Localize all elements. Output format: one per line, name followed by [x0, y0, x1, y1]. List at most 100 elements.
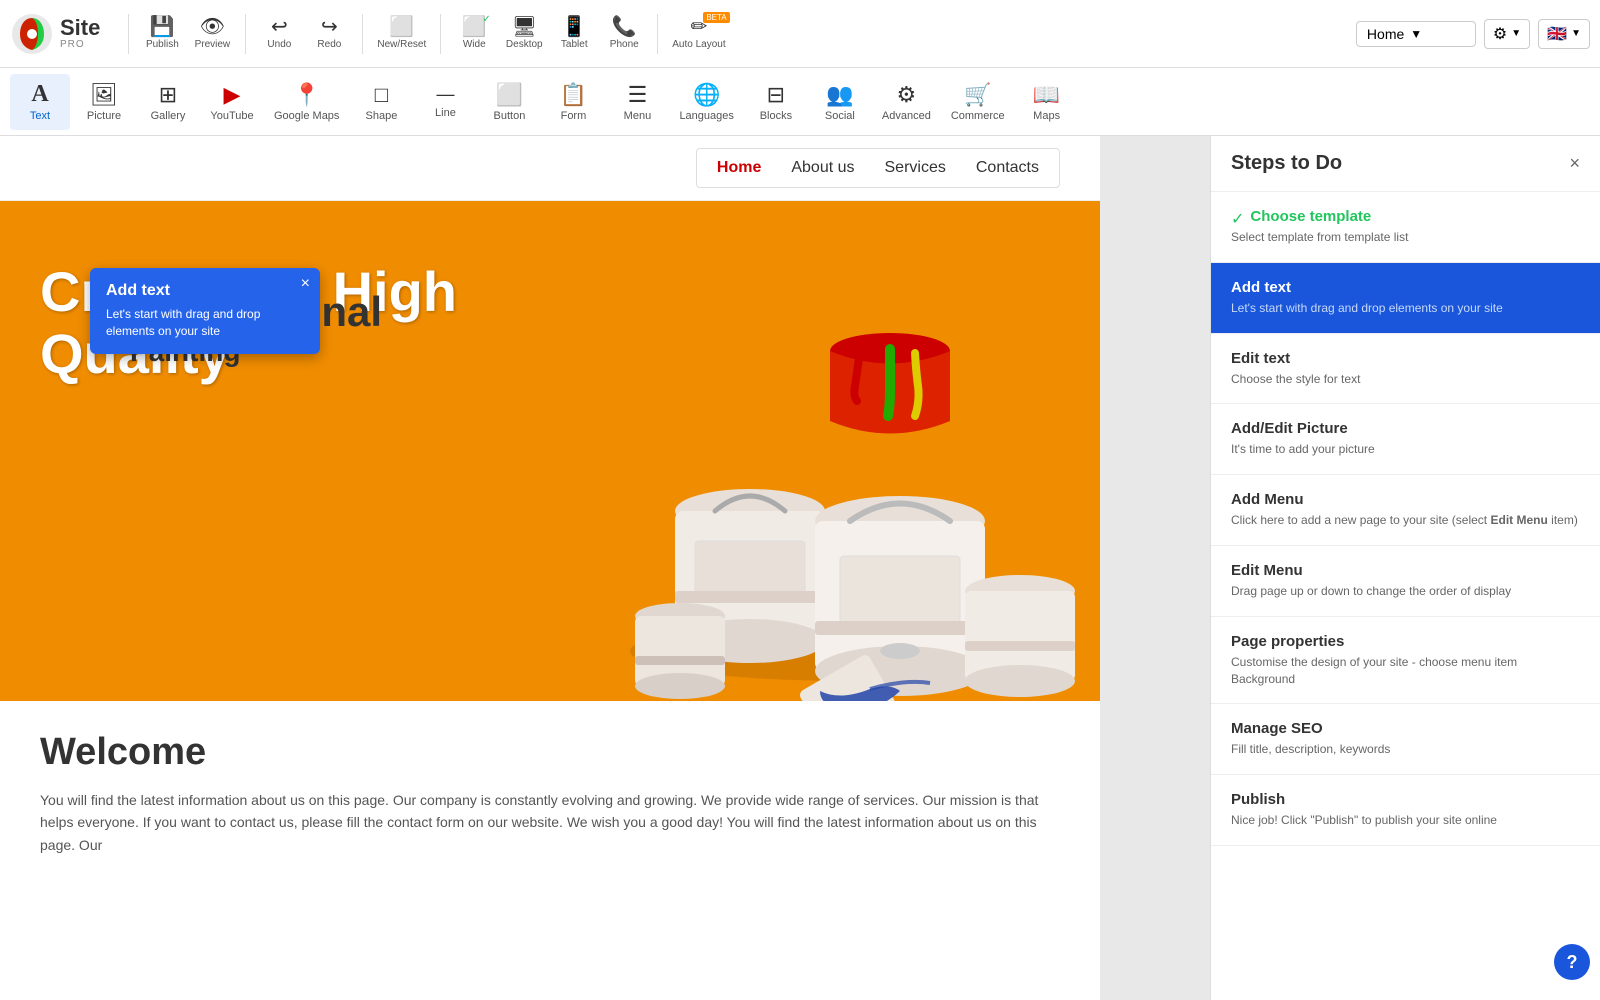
- preview-button[interactable]: 👁 Preview: [187, 6, 237, 62]
- settings-icon: ⚙: [1493, 24, 1507, 44]
- step-add-text[interactable]: Add text Let's start with drag and drop …: [1211, 263, 1600, 334]
- publish-icon: 💾: [150, 17, 175, 37]
- blocks-tool-label: Blocks: [760, 110, 792, 122]
- tool-line[interactable]: — Line: [415, 74, 475, 130]
- tablet-button[interactable]: 📱 Tablet: [549, 6, 599, 62]
- nav-home[interactable]: Home: [717, 159, 761, 177]
- maps-tool-icon: 📖: [1033, 82, 1060, 108]
- lang-dropdown-arrow: ▼: [1571, 28, 1581, 39]
- help-button[interactable]: ?: [1554, 944, 1590, 980]
- step-add-edit-picture[interactable]: Add/Edit Picture It's time to add your p…: [1211, 404, 1600, 475]
- steps-close-button[interactable]: ×: [1569, 153, 1580, 174]
- flag-icon: 🇬🇧: [1547, 24, 1567, 44]
- tool-menu[interactable]: ☰ Menu: [607, 74, 667, 130]
- social-tool-icon: 👥: [826, 82, 853, 108]
- page-selector[interactable]: Home ▼: [1356, 21, 1476, 47]
- new-reset-button[interactable]: ⬜ New/Reset: [371, 6, 432, 62]
- step-edit-menu-desc: Drag page up or down to change the order…: [1231, 583, 1580, 600]
- tool-gallery[interactable]: ⊞ Gallery: [138, 74, 198, 130]
- tool-commerce[interactable]: 🛒 Commerce: [943, 74, 1013, 130]
- separator4: [440, 14, 441, 54]
- canvas-area: Professional Painting Home About us Serv…: [0, 136, 1600, 1000]
- settings-button[interactable]: ⚙ ▼: [1484, 19, 1530, 49]
- advanced-tool-icon: ⚙: [896, 82, 916, 108]
- tool-picture[interactable]: 🖼 Picture: [74, 74, 134, 130]
- welcome-text: You will find the latest information abo…: [40, 789, 1060, 856]
- auto-layout-button[interactable]: ✏ BETA Auto Layout: [666, 6, 731, 62]
- tool-text[interactable]: A Text: [10, 74, 70, 130]
- maps-tool-label: Maps: [1033, 110, 1060, 122]
- step-add-edit-picture-title: Add/Edit Picture: [1231, 420, 1580, 437]
- menu-tool-label: Menu: [624, 110, 652, 122]
- logo-name: Site: [60, 17, 100, 39]
- settings-dropdown-arrow: ▼: [1511, 28, 1521, 39]
- steps-panel: Steps to Do × ✓ Choose template Select t…: [1210, 136, 1600, 1000]
- auto-layout-label: Auto Layout: [672, 39, 725, 50]
- welcome-title: Welcome: [40, 731, 1060, 774]
- second-toolbar: A Text 🖼 Picture ⊞ Gallery ▶ YouTube 📍 G…: [0, 68, 1600, 136]
- publish-button[interactable]: 💾 Publish: [137, 6, 187, 62]
- undo-button[interactable]: ↩ Undo: [254, 6, 304, 62]
- nav-services[interactable]: Services: [885, 159, 946, 177]
- phone-button[interactable]: 📞 Phone: [599, 6, 649, 62]
- gallery-tool-icon: ⊞: [159, 82, 177, 108]
- languages-tool-label: Languages: [679, 110, 733, 122]
- tool-button[interactable]: ⬜ Button: [479, 74, 539, 130]
- tool-youtube[interactable]: ▶ YouTube: [202, 74, 262, 130]
- step-manage-seo[interactable]: Manage SEO Fill title, description, keyw…: [1211, 704, 1600, 775]
- tablet-icon: 📱: [562, 17, 587, 37]
- undo-icon: ↩: [271, 17, 288, 37]
- youtube-tool-icon: ▶: [224, 82, 241, 108]
- logo-text-group: Site PRO: [60, 17, 100, 50]
- tooltip-close-button[interactable]: ×: [301, 276, 310, 292]
- desktop-icon: 🖥: [512, 17, 537, 37]
- step-choose-template-title: Choose template: [1250, 208, 1371, 225]
- language-button[interactable]: 🇬🇧 ▼: [1538, 19, 1590, 49]
- tool-social[interactable]: 👥 Social: [810, 74, 870, 130]
- desktop-button[interactable]: 🖥 Desktop: [499, 6, 549, 62]
- new-reset-label: New/Reset: [377, 39, 426, 50]
- top-toolbar: Site PRO 💾 Publish 👁 Preview ↩ Undo ↪ Re…: [0, 0, 1600, 68]
- step-choose-template[interactable]: ✓ Choose template Select template from t…: [1211, 192, 1600, 263]
- logo-pro-badge: PRO: [60, 39, 100, 50]
- step-publish-desc: Nice job! Click "Publish" to publish you…: [1231, 812, 1580, 829]
- tool-google-maps[interactable]: 📍 Google Maps: [266, 74, 347, 130]
- phone-icon: 📞: [612, 17, 637, 37]
- step-edit-menu[interactable]: Edit Menu Drag page up or down to change…: [1211, 546, 1600, 617]
- redo-label: Redo: [317, 39, 341, 50]
- step-manage-seo-title: Manage SEO: [1231, 720, 1580, 737]
- welcome-section: Welcome You will find the latest informa…: [0, 701, 1100, 886]
- tool-languages[interactable]: 🌐 Languages: [671, 74, 741, 130]
- tool-blocks[interactable]: ⊟ Blocks: [746, 74, 806, 130]
- wide-button[interactable]: ⬜✓ Wide: [449, 6, 499, 62]
- line-tool-icon: —: [436, 84, 454, 105]
- step-publish[interactable]: Publish Nice job! Click "Publish" to pub…: [1211, 775, 1600, 846]
- step-add-edit-picture-desc: It's time to add your picture: [1231, 441, 1580, 458]
- nav-contacts[interactable]: Contacts: [976, 159, 1039, 177]
- steps-content: ✓ Choose template Select template from t…: [1211, 192, 1600, 1000]
- redo-button[interactable]: ↪ Redo: [304, 6, 354, 62]
- social-tool-label: Social: [825, 110, 855, 122]
- tablet-label: Tablet: [561, 39, 588, 50]
- nav-about[interactable]: About us: [791, 159, 854, 177]
- commerce-tool-icon: 🛒: [964, 82, 991, 108]
- picture-tool-icon: 🖼: [90, 82, 118, 108]
- step-page-properties[interactable]: Page properties Customise the design of …: [1211, 617, 1600, 705]
- tool-form[interactable]: 📋 Form: [543, 74, 603, 130]
- tool-shape[interactable]: □ Shape: [351, 74, 411, 130]
- commerce-tool-label: Commerce: [951, 110, 1005, 122]
- step-publish-title: Publish: [1231, 791, 1580, 808]
- picture-tool-label: Picture: [87, 110, 121, 122]
- tool-maps[interactable]: 📖 Maps: [1017, 74, 1077, 130]
- shape-tool-label: Shape: [366, 110, 398, 122]
- steps-title: Steps to Do: [1231, 152, 1342, 175]
- right-controls: Home ▼ ⚙ ▼ 🇬🇧 ▼: [1356, 19, 1590, 49]
- separator: [128, 14, 129, 54]
- site-logo-icon: [10, 12, 54, 56]
- preview-icon: 👁: [200, 17, 225, 37]
- step-edit-text[interactable]: Edit text Choose the style for text: [1211, 334, 1600, 405]
- text-tool-label: Text: [30, 110, 50, 122]
- tooltip-body: Let's start with drag and drop elements …: [106, 306, 304, 340]
- tool-advanced[interactable]: ⚙ Advanced: [874, 74, 939, 130]
- step-add-menu[interactable]: Add Menu Click here to add a new page to…: [1211, 475, 1600, 546]
